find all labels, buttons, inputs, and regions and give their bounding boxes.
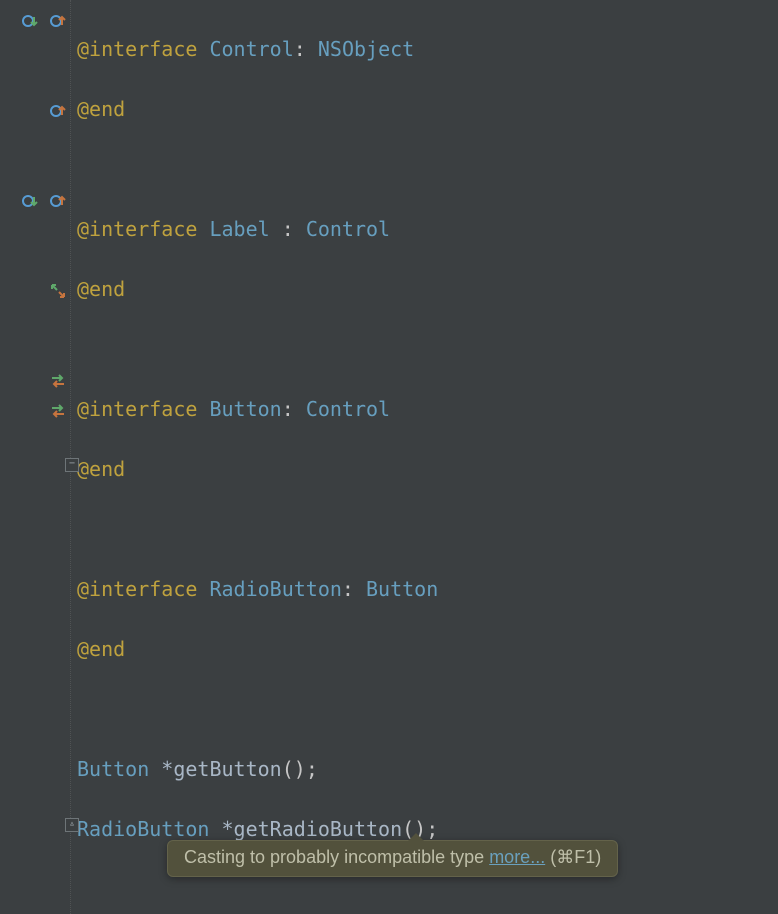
code-line: @end [77,274,778,304]
gutter-marker-swap[interactable] [0,397,70,421]
code-line: @end [77,94,778,124]
swap-icon [50,373,66,389]
gutter-marker-swap[interactable] [0,367,70,391]
gutter-marker-expand[interactable] [0,277,70,301]
gutter-marker-overrides[interactable] [0,187,70,211]
code-line [77,694,778,724]
tooltip-shortcut: (⌘F1) [545,847,601,867]
inspection-tooltip: Casting to probably incompatible type mo… [167,840,618,877]
code-line: @interface Label : Control [77,214,778,244]
swap-icon [50,403,66,419]
code-line [77,514,778,544]
code-line: Button *getButton(); [77,754,778,784]
type-name: NSObject [318,37,414,61]
fold-toggle-close[interactable]: ▵ [65,818,79,832]
override-up-icon [50,13,66,29]
code-area[interactable]: − ▵ @interface Control: NSObject @end @i… [70,0,778,914]
code-line: @interface RadioButton: Button [77,574,778,604]
code-line: @end [77,454,778,484]
type-name: Control [209,37,293,61]
tooltip-message: Casting to probably incompatible type [184,847,489,867]
code-line: @interface Control: NSObject [77,34,778,64]
override-down-icon [22,193,38,209]
gutter-marker-overrides[interactable] [0,7,70,31]
gutter-marker-override-up[interactable] [0,97,70,121]
code-line [77,334,778,364]
code-line [77,874,778,904]
code-content: @interface Control: NSObject @end @inter… [77,0,778,914]
code-editor: − ▵ @interface Control: NSObject @end @i… [0,0,778,914]
keyword-interface: @interface [77,37,197,61]
tooltip-more-link[interactable]: more... [489,847,545,867]
override-up-icon [50,193,66,209]
fold-toggle-open[interactable]: − [65,458,79,472]
override-up-icon [50,103,66,119]
code-line: @interface Button: Control [77,394,778,424]
expand-icon [50,283,66,299]
code-line [77,154,778,184]
keyword-end: @end [77,97,125,121]
code-line: @end [77,634,778,664]
override-down-icon [22,13,38,29]
editor-gutter [0,0,70,914]
